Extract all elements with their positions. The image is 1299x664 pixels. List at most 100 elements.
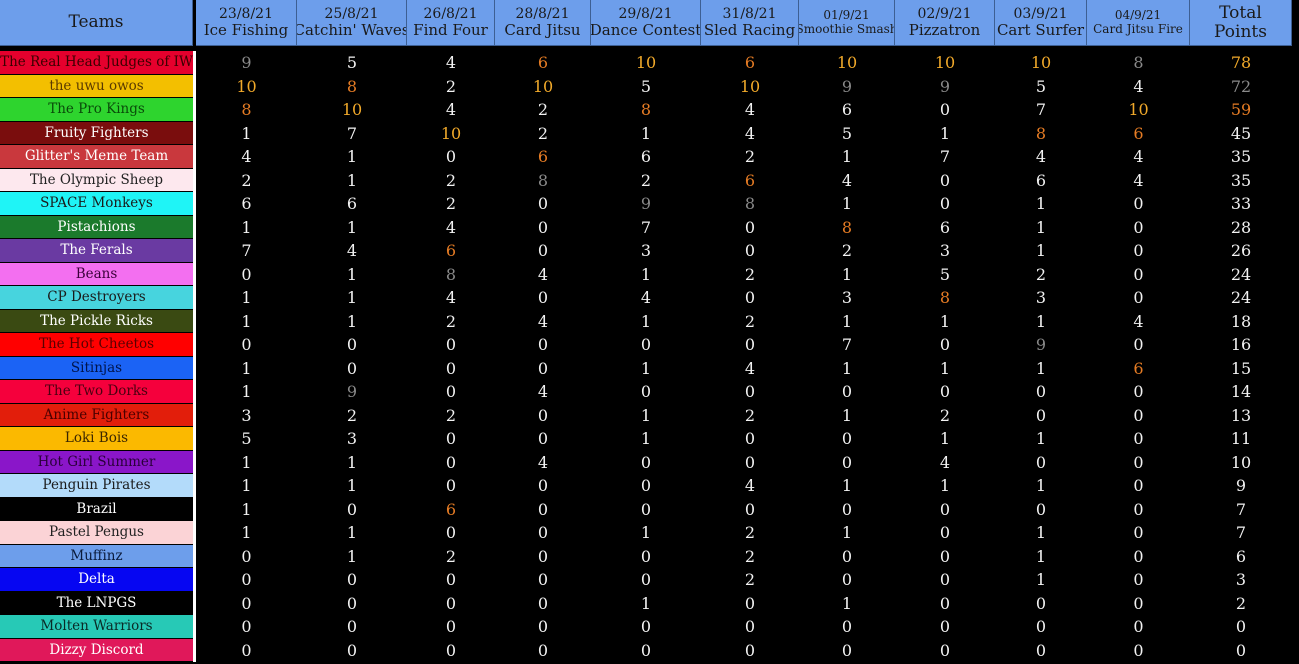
score-cell[interactable]: 0 — [701, 333, 799, 357]
score-cell[interactable]: 0 — [591, 544, 701, 568]
score-cell[interactable]: 0 — [895, 192, 995, 216]
score-cell[interactable]: 0 — [407, 591, 495, 615]
score-cell[interactable]: 0 — [407, 568, 495, 592]
score-cell[interactable]: 0 — [701, 286, 799, 310]
total-points-cell[interactable]: 3 — [1190, 568, 1292, 592]
score-cell[interactable]: 1 — [895, 427, 995, 451]
total-points-cell[interactable]: 0 — [1190, 615, 1292, 639]
score-cell[interactable]: 1 — [297, 544, 407, 568]
game-column-header[interactable]: 23/8/21 Ice Fishing — [196, 0, 297, 46]
total-points-cell[interactable]: 24 — [1190, 286, 1292, 310]
score-cell[interactable]: 0 — [591, 380, 701, 404]
score-cell[interactable]: 1 — [995, 356, 1087, 380]
score-cell[interactable]: 1 — [196, 521, 297, 545]
score-cell[interactable]: 0 — [1087, 497, 1190, 521]
score-cell[interactable]: 0 — [1087, 286, 1190, 310]
score-cell[interactable]: 0 — [701, 239, 799, 263]
score-cell[interactable]: 0 — [995, 380, 1087, 404]
score-cell[interactable]: 8 — [495, 168, 591, 192]
score-cell[interactable]: 0 — [407, 638, 495, 662]
score-cell[interactable]: 0 — [495, 591, 591, 615]
score-cell[interactable]: 4 — [995, 145, 1087, 169]
score-cell[interactable]: 0 — [895, 544, 995, 568]
score-cell[interactable]: 0 — [495, 333, 591, 357]
score-cell[interactable]: 0 — [1087, 521, 1190, 545]
score-cell[interactable]: 0 — [995, 497, 1087, 521]
score-cell[interactable]: 1 — [196, 121, 297, 145]
score-cell[interactable]: 0 — [495, 286, 591, 310]
score-cell[interactable]: 1 — [297, 262, 407, 286]
score-cell[interactable]: 0 — [495, 497, 591, 521]
score-cell[interactable]: 4 — [701, 121, 799, 145]
score-cell[interactable]: 0 — [407, 450, 495, 474]
score-cell[interactable]: 0 — [495, 474, 591, 498]
score-cell[interactable]: 1 — [297, 450, 407, 474]
score-cell[interactable]: 0 — [591, 497, 701, 521]
score-cell[interactable]: 2 — [407, 403, 495, 427]
score-cell[interactable]: 4 — [196, 145, 297, 169]
score-cell[interactable]: 4 — [1087, 309, 1190, 333]
score-cell[interactable]: 0 — [1087, 615, 1190, 639]
score-cell[interactable]: 10 — [895, 51, 995, 75]
score-cell[interactable]: 0 — [591, 333, 701, 357]
score-cell[interactable]: 1 — [591, 427, 701, 451]
score-cell[interactable]: 1 — [196, 474, 297, 498]
score-cell[interactable]: 2 — [297, 403, 407, 427]
team-name-cell[interactable]: Hot Girl Summer — [0, 450, 193, 474]
total-points-cell[interactable]: 6 — [1190, 544, 1292, 568]
team-name-cell[interactable]: SPACE Monkeys — [0, 192, 193, 216]
score-cell[interactable]: 2 — [701, 403, 799, 427]
score-cell[interactable]: 0 — [495, 403, 591, 427]
score-cell[interactable]: 1 — [297, 309, 407, 333]
score-cell[interactable]: 0 — [297, 333, 407, 357]
score-cell[interactable]: 1 — [995, 521, 1087, 545]
total-points-cell[interactable]: 59 — [1190, 98, 1292, 122]
score-cell[interactable]: 4 — [297, 239, 407, 263]
score-cell[interactable]: 7 — [196, 239, 297, 263]
game-column-header[interactable]: 26/8/21 Find Four — [407, 0, 495, 46]
score-cell[interactable]: 2 — [701, 309, 799, 333]
total-points-cell[interactable]: 45 — [1190, 121, 1292, 145]
score-cell[interactable]: 1 — [995, 192, 1087, 216]
score-cell[interactable]: 1 — [995, 568, 1087, 592]
score-cell[interactable]: 0 — [1087, 544, 1190, 568]
score-cell[interactable]: 0 — [701, 427, 799, 451]
score-cell[interactable]: 4 — [701, 356, 799, 380]
score-cell[interactable]: 0 — [495, 568, 591, 592]
score-cell[interactable]: 0 — [895, 168, 995, 192]
total-points-cell[interactable]: 9 — [1190, 474, 1292, 498]
score-cell[interactable]: 9 — [895, 74, 995, 98]
score-cell[interactable]: 2 — [407, 74, 495, 98]
score-cell[interactable]: 2 — [495, 98, 591, 122]
score-cell[interactable]: 5 — [591, 74, 701, 98]
score-cell[interactable]: 4 — [495, 380, 591, 404]
total-points-cell[interactable]: 15 — [1190, 356, 1292, 380]
score-cell[interactable]: 1 — [196, 309, 297, 333]
total-points-cell[interactable]: 10 — [1190, 450, 1292, 474]
score-cell[interactable]: 0 — [799, 427, 895, 451]
team-name-cell[interactable]: The Olympic Sheep — [0, 168, 193, 192]
score-cell[interactable]: 0 — [701, 615, 799, 639]
score-cell[interactable]: 1 — [196, 450, 297, 474]
score-cell[interactable]: 0 — [1087, 262, 1190, 286]
score-cell[interactable]: 4 — [1087, 168, 1190, 192]
team-name-cell[interactable]: The Hot Cheetos — [0, 333, 193, 357]
score-cell[interactable]: 8 — [799, 215, 895, 239]
score-cell[interactable]: 1 — [196, 215, 297, 239]
total-points-cell[interactable]: 33 — [1190, 192, 1292, 216]
game-column-header[interactable]: 28/8/21 Card Jitsu — [495, 0, 591, 46]
score-cell[interactable]: 6 — [701, 51, 799, 75]
team-name-cell[interactable]: Delta — [0, 568, 193, 592]
score-cell[interactable]: 1 — [995, 309, 1087, 333]
score-cell[interactable]: 0 — [1087, 427, 1190, 451]
score-cell[interactable]: 8 — [995, 121, 1087, 145]
score-cell[interactable]: 1 — [591, 356, 701, 380]
team-name-cell[interactable]: Dizzy Discord — [0, 638, 193, 662]
score-cell[interactable]: 1 — [995, 427, 1087, 451]
total-points-cell[interactable]: 16 — [1190, 333, 1292, 357]
score-cell[interactable]: 0 — [701, 215, 799, 239]
total-points-cell[interactable]: 72 — [1190, 74, 1292, 98]
score-cell[interactable]: 8 — [591, 98, 701, 122]
score-cell[interactable]: 0 — [799, 497, 895, 521]
score-cell[interactable]: 4 — [701, 98, 799, 122]
